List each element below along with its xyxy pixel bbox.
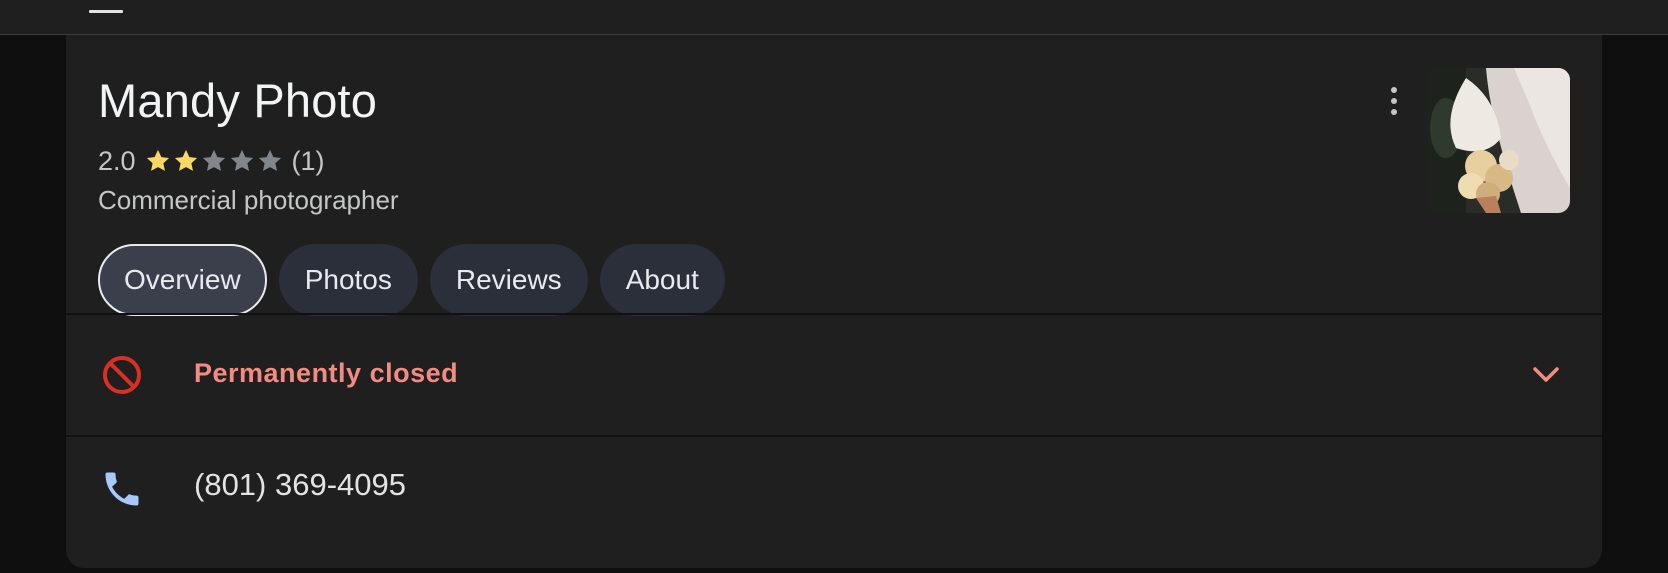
- place-title: Mandy Photo: [98, 74, 378, 127]
- rating-value: 2.0: [98, 145, 136, 176]
- active-tab-indicator: [89, 10, 123, 13]
- tab-reviews[interactable]: Reviews: [429, 244, 588, 316]
- bouquet-photo: [1426, 68, 1570, 213]
- tab-photos[interactable]: Photos: [278, 244, 418, 316]
- place-photo-thumbnail[interactable]: [1426, 68, 1570, 213]
- tab-about[interactable]: About: [599, 244, 725, 316]
- tab-overview[interactable]: Overview: [98, 244, 267, 316]
- place-details-panel: Mandy Photo 2.0 (1) Commercial photograp…: [66, 35, 1602, 568]
- star-icon: [202, 149, 225, 171]
- star-rating: [144, 147, 284, 175]
- star-icon: [258, 149, 281, 171]
- top-navigation-bar: [0, 0, 1668, 35]
- star-icon: [146, 149, 169, 171]
- more-options-button[interactable]: [1374, 79, 1414, 123]
- phone-icon: [105, 472, 139, 506]
- closed-status-label: Permanently closed: [194, 358, 459, 388]
- rating-row[interactable]: 2.0 (1): [98, 144, 325, 178]
- block-icon: [103, 356, 141, 394]
- phone-row[interactable]: (801) 369-4095: [66, 437, 1602, 537]
- phone-number: (801) 369-4095: [194, 467, 406, 502]
- place-category[interactable]: Commercial photographer: [98, 185, 399, 216]
- place-tabs: Overview Photos Reviews About: [98, 244, 725, 316]
- star-icon: [174, 149, 197, 171]
- star-icon: [230, 149, 253, 171]
- more-vert-icon: [1391, 87, 1397, 115]
- status-row[interactable]: Permanently closed: [66, 315, 1602, 435]
- review-count[interactable]: (1): [292, 146, 325, 177]
- chevron-down-icon[interactable]: [1528, 357, 1564, 393]
